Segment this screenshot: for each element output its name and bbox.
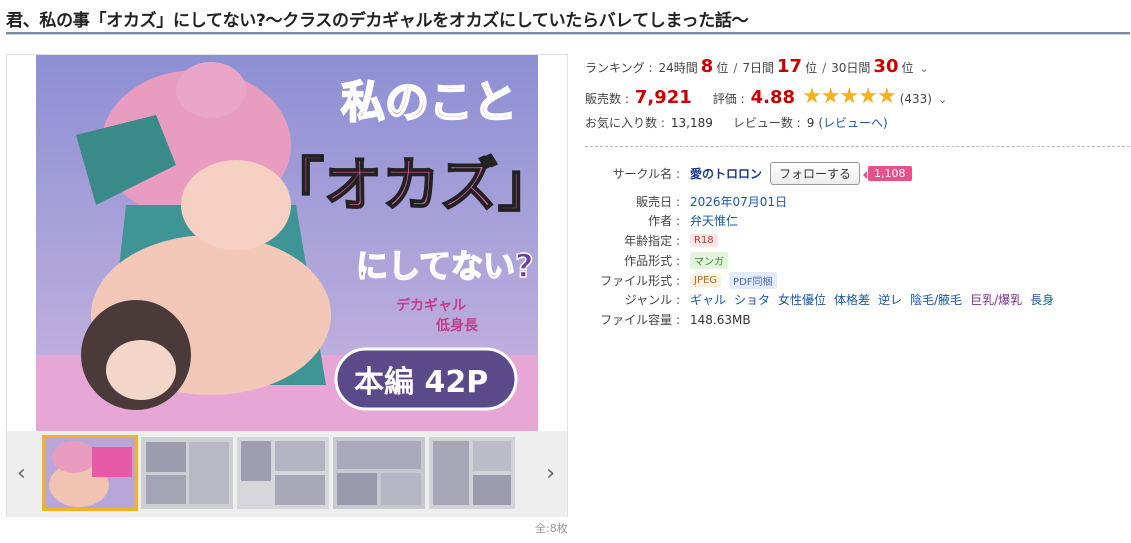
ranking-30d-label: 30日間 <box>831 61 871 75</box>
spec-work-format: 作品形式 : マンガ <box>585 252 1130 269</box>
circle-name-link[interactable]: 愛のトロロン <box>690 165 762 182</box>
cover-title-line1: 私のこと <box>341 77 517 128</box>
circle-label: サークル名 : <box>612 167 681 181</box>
image-gallery: 私のこと 「オカズ」 にしてない? デカギャル 低身長 本編 42P ‹ › <box>6 54 568 517</box>
favorites-label: お気に入り数 : <box>585 116 665 130</box>
genre-link[interactable]: 体格差 <box>834 291 870 308</box>
work-format-label: 作品形式 : <box>624 254 680 268</box>
follow-button[interactable]: フォローする <box>770 162 861 185</box>
genre-link[interactable]: 女性優位 <box>778 291 826 308</box>
ranking-expand-chevron-icon[interactable]: ⌄ <box>920 62 929 75</box>
genre-link[interactable]: 長身 <box>1030 291 1054 308</box>
spec-circle: サークル名 : 愛のトロロン フォローする 1,108 <box>585 162 1130 185</box>
sales-value: 7,921 <box>634 87 692 108</box>
favorites-value: 13,189 <box>670 116 713 130</box>
genre-link[interactable]: 陰毛/腋毛 <box>910 291 962 308</box>
ranking-label: ランキング : <box>585 61 653 75</box>
file-format-jpeg-badge: JPEG <box>690 274 722 287</box>
genre-link[interactable]: 巨乳/爆乳 <box>970 291 1022 308</box>
cover-tag-b: 低身長 <box>435 317 479 334</box>
ranking-row: ランキング : 24時間 8 位 / 7日間 17 位 / 30日間 30 位 … <box>585 56 929 77</box>
work-format-badge[interactable]: マンガ <box>690 252 728 269</box>
ranking-7d-value: 17 <box>777 56 803 77</box>
spec-release-date: 販売日 : 2026年07月01日 <box>585 193 1130 210</box>
genre-link[interactable]: ショタ <box>734 291 770 308</box>
title-divider <box>6 32 1130 35</box>
cover-title-line2: 「オカズ」 <box>266 151 538 219</box>
age-rating-badge: R18 <box>690 234 718 247</box>
sales-row: 販売数 : 7,921 評価 : 4.88 ★★★★★ (433) ⌄ <box>585 84 947 109</box>
thumbnail-5[interactable] <box>429 437 515 509</box>
release-date-link[interactable]: 2026年07月01日 <box>690 193 787 210</box>
spec-file-format: ファイル形式 : JPEG PDF同梱 <box>585 272 1130 289</box>
cover-title-line3: にしてない? <box>356 247 534 285</box>
cover-pages: 本編 42P <box>354 365 488 400</box>
ranking-7d-label: 7日間 <box>742 61 775 75</box>
ranking-24h-value: 8 <box>700 56 714 77</box>
ranking-30d-value: 30 <box>873 56 899 77</box>
main-cover-image[interactable]: 私のこと 「オカズ」 にしてない? デカギャル 低身長 本編 42P <box>36 55 538 431</box>
thumbnail-strip: ‹ › <box>7 431 567 517</box>
rating-count: (433) <box>899 92 932 106</box>
ranking-24h-unit: 位 <box>716 61 729 75</box>
genre-link[interactable]: ギャル <box>690 291 726 308</box>
spec-genre: ジャンル : ギャル ショタ 女性優位 体格差 逆レ 陰毛/腋毛 巨乳/爆乳 長… <box>585 291 1130 308</box>
thumb-prev-icon[interactable]: ‹ <box>17 461 26 486</box>
thumbnail-2[interactable] <box>141 437 233 509</box>
rating-value: 4.88 <box>750 87 796 108</box>
author-link[interactable]: 弁天惟仁 <box>690 212 738 229</box>
thumbnail-1[interactable] <box>42 435 138 511</box>
file-size-label: ファイル容量 : <box>600 313 680 327</box>
rating-stars-icon: ★★★★★ <box>802 84 897 109</box>
thumbnail-4[interactable] <box>333 437 425 509</box>
file-format-label: ファイル形式 : <box>600 274 680 288</box>
review-link[interactable]: (レビューへ) <box>818 114 887 131</box>
author-label: 作者 : <box>648 214 680 228</box>
genre-label: ジャンル : <box>624 293 680 307</box>
spec-file-size: ファイル容量 : 148.63MB <box>585 311 1130 328</box>
release-date-label: 販売日 : <box>636 195 680 209</box>
thumb-next-icon[interactable]: › <box>546 461 555 486</box>
spec-age-rating: 年齢指定 : R18 <box>585 232 1130 249</box>
sales-label: 販売数 : <box>585 92 629 106</box>
file-format-pdf-badge: PDF同梱 <box>729 272 777 289</box>
favorites-row: お気に入り数 : 13,189 レビュー数 : 9 (レビューへ) <box>585 114 888 131</box>
review-count-label: レビュー数 : <box>732 116 801 130</box>
follow-count-badge: 1,108 <box>863 166 912 181</box>
cover-tag-a: デカギャル <box>396 297 466 314</box>
genre-link[interactable]: 逆レ <box>878 291 902 308</box>
rating-expand-chevron-icon[interactable]: ⌄ <box>938 93 947 106</box>
thumbnail-3[interactable] <box>237 437 329 509</box>
info-divider <box>585 146 1130 147</box>
spec-author: 作者 : 弁天惟仁 <box>585 212 1130 229</box>
image-count: 全:8枚 <box>535 522 568 535</box>
ranking-7d-unit: 位 <box>805 61 818 75</box>
age-rating-label: 年齢指定 : <box>624 234 680 248</box>
rating-label: 評価 : <box>712 92 745 106</box>
page-title: 君、私の事「オカズ」にしてない?〜クラスのデカギャルをオカズにしていたらバレてし… <box>6 11 749 31</box>
review-count-value: 9 <box>806 116 815 130</box>
file-size-value: 148.63MB <box>690 312 751 327</box>
ranking-30d-unit: 位 <box>901 61 914 75</box>
ranking-24h-label: 24時間 <box>658 61 698 75</box>
